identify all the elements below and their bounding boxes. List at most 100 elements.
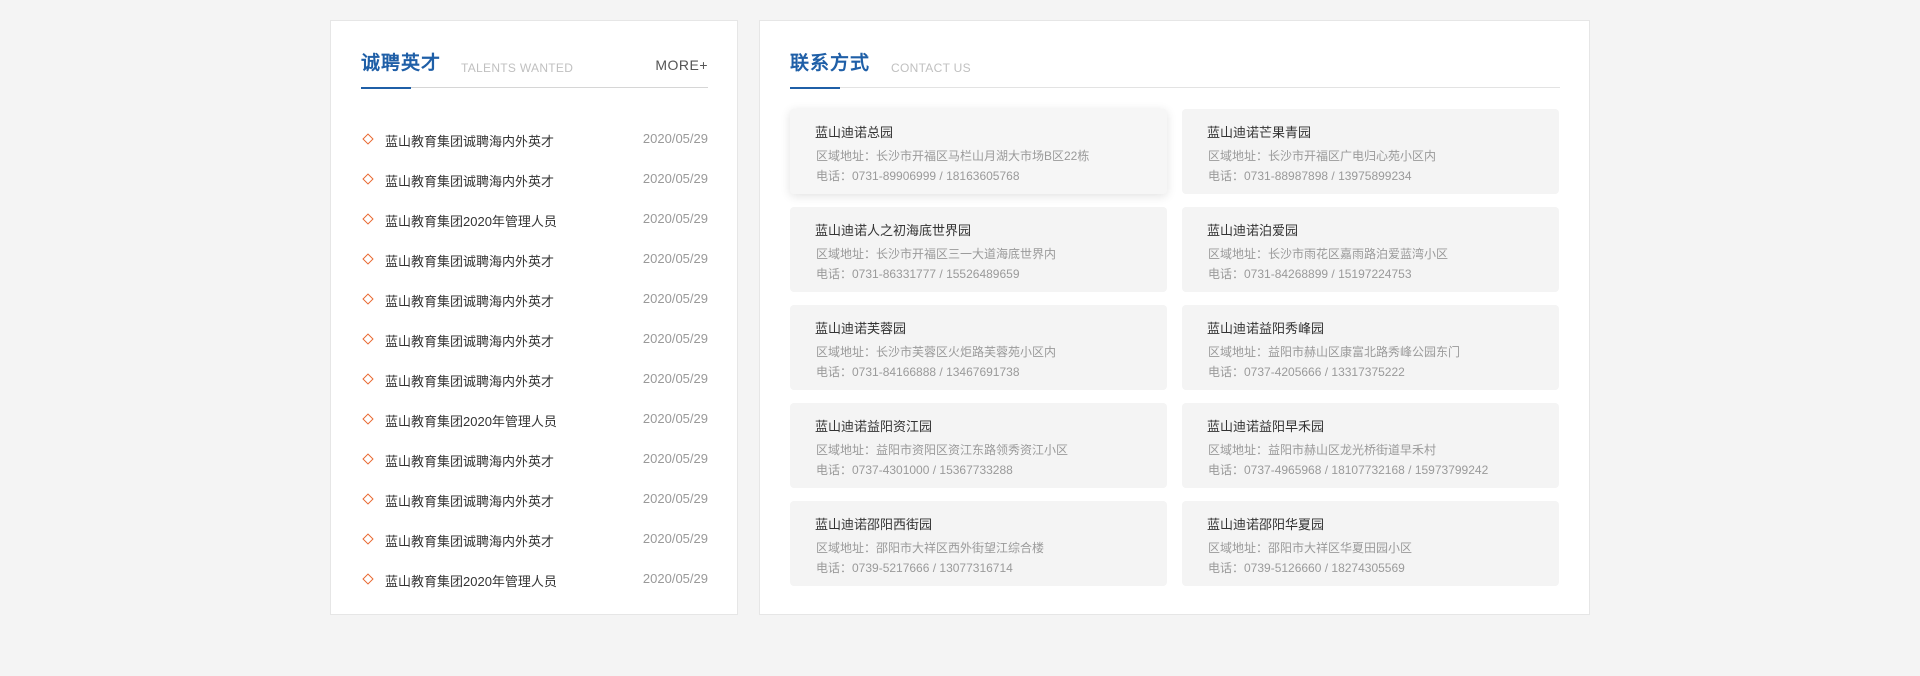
diamond-bullet-icon xyxy=(362,173,374,185)
campus-address: 区域地址：益阳市赫山区龙光桥街道早禾村 xyxy=(1208,443,1437,457)
job-list-item[interactable]: 蓝山教育集团2020年管理人员 2020/05/29 xyxy=(361,402,708,442)
job-title[interactable]: 蓝山教育集团诚聘海内外英才 xyxy=(385,531,554,550)
job-date: 2020/05/29 xyxy=(642,531,708,546)
diamond-bullet-icon xyxy=(362,573,374,585)
job-date: 2020/05/29 xyxy=(642,331,708,346)
campus-name: 蓝山迪诺芙蓉园 xyxy=(815,321,907,336)
campus-name: 蓝山迪诺益阳秀峰园 xyxy=(1207,321,1325,336)
job-list-item[interactable]: 蓝山教育集团诚聘海内外英才 2020/05/29 xyxy=(361,242,708,282)
title-underline xyxy=(790,87,840,89)
job-date: 2020/05/29 xyxy=(642,211,708,226)
job-title[interactable]: 蓝山教育集团诚聘海内外英才 xyxy=(385,131,554,150)
talents-title: 诚聘英才 xyxy=(361,52,442,74)
job-date: 2020/05/29 xyxy=(642,571,708,586)
title-underline xyxy=(361,87,411,89)
campus-phone: 电话：0739-5217666 / 13077316714 xyxy=(816,561,1013,575)
campus-card[interactable]: 蓝山迪诺益阳秀峰园区域地址：益阳市赫山区康富北路秀峰公园东门 电话：0737-42… xyxy=(1182,305,1559,390)
more-link[interactable]: MORE+ xyxy=(655,57,708,73)
campus-card[interactable]: 蓝山迪诺邵阳西街园区域地址：邵阳市大祥区西外街望江综合楼 电话：0739-5217… xyxy=(790,501,1167,586)
job-date: 2020/05/29 xyxy=(642,291,708,306)
job-title[interactable]: 蓝山教育集团诚聘海内外英才 xyxy=(385,371,554,390)
job-list-item[interactable]: 蓝山教育集团诚聘海内外英才 2020/05/29 xyxy=(361,522,708,562)
diamond-bullet-icon xyxy=(362,533,374,545)
job-title[interactable]: 蓝山教育集团诚聘海内外英才 xyxy=(385,491,554,510)
job-title[interactable]: 蓝山教育集团诚聘海内外英才 xyxy=(385,291,554,310)
job-date: 2020/05/29 xyxy=(642,131,708,146)
campus-card[interactable]: 蓝山迪诺泊爱园区域地址：长沙市雨花区嘉雨路泊爱蓝湾小区 电话：0731-84268… xyxy=(1182,207,1559,292)
campus-phone: 电话：0739-5126660 / 18274305569 xyxy=(1208,561,1405,575)
diamond-bullet-icon xyxy=(362,333,374,345)
contact-subtitle: CONTACT US xyxy=(891,61,971,75)
job-title[interactable]: 蓝山教育集团诚聘海内外英才 xyxy=(385,451,554,470)
campus-address: 区域地址：长沙市开福区广电归心苑小区内 xyxy=(1208,149,1437,163)
campus-phone: 电话：0731-88987898 / 13975899234 xyxy=(1208,169,1412,183)
diamond-bullet-icon xyxy=(362,493,374,505)
campus-address: 区域地址：益阳市资阳区资江东路领秀资江小区 xyxy=(816,443,1069,457)
campus-phone: 电话：0731-86331777 / 15526489659 xyxy=(816,267,1020,281)
job-date: 2020/05/29 xyxy=(642,251,708,266)
diamond-bullet-icon xyxy=(362,293,374,305)
job-title[interactable]: 蓝山教育集团诚聘海内外英才 xyxy=(385,171,554,190)
job-list-item[interactable]: 蓝山教育集团2020年管理人员 2020/05/29 xyxy=(361,562,708,602)
contact-header: 联系方式 CONTACT US xyxy=(790,21,1560,89)
job-title[interactable]: 蓝山教育集团2020年管理人员 xyxy=(385,411,557,430)
job-list-item[interactable]: 蓝山教育集团诚聘海内外英才 2020/05/29 xyxy=(361,482,708,522)
campus-name: 蓝山迪诺总园 xyxy=(815,125,894,140)
campus-name: 蓝山迪诺益阳早禾园 xyxy=(1207,419,1325,434)
contact-title: 联系方式 xyxy=(790,52,871,74)
contact-panel: 联系方式 CONTACT US 蓝山迪诺总园区域地址：长沙市开福区马栏山月湖大市… xyxy=(759,20,1590,615)
campus-phone: 电话：0731-84166888 / 13467691738 xyxy=(816,365,1020,379)
campus-name: 蓝山迪诺邵阳西街园 xyxy=(815,517,933,532)
job-title[interactable]: 蓝山教育集团诚聘海内外英才 xyxy=(385,251,554,270)
campus-phone: 电话：0737-4965968 / 18107732168 / 15973799… xyxy=(1208,463,1489,477)
campus-card[interactable]: 蓝山迪诺邵阳华夏园区域地址：邵阳市大祥区华夏田园小区 电话：0739-512666… xyxy=(1182,501,1559,586)
job-title[interactable]: 蓝山教育集团2020年管理人员 xyxy=(385,571,557,590)
campus-phone: 电话：0731-84268899 / 15197224753 xyxy=(1208,267,1412,281)
campus-phone: 电话：0737-4301000 / 15367733288 xyxy=(816,463,1013,477)
job-date: 2020/05/29 xyxy=(642,371,708,386)
campus-address: 区域地址：长沙市开福区三一大道海底世界内 xyxy=(816,247,1057,261)
diamond-bullet-icon xyxy=(362,453,374,465)
job-date: 2020/05/29 xyxy=(642,491,708,506)
campus-card[interactable]: 蓝山迪诺总园区域地址：长沙市开福区马栏山月湖大市场B区22栋 电话：0731-89… xyxy=(790,109,1167,194)
job-list: 蓝山教育集团诚聘海内外英才 2020/05/29 蓝山教育集团诚聘海内外英才 2020… xyxy=(361,122,708,602)
campus-name: 蓝山迪诺人之初海底世界园 xyxy=(815,223,972,238)
job-list-item[interactable]: 蓝山教育集团诚聘海内外英才 2020/05/29 xyxy=(361,362,708,402)
campus-address: 区域地址：益阳市赫山区康富北路秀峰公园东门 xyxy=(1208,345,1461,359)
campus-name: 蓝山迪诺泊爱园 xyxy=(1207,223,1299,238)
diamond-bullet-icon xyxy=(362,413,374,425)
job-list-item[interactable]: 蓝山教育集团诚聘海内外英才 2020/05/29 xyxy=(361,162,708,202)
job-list-item[interactable]: 蓝山教育集团诚聘海内外英才 2020/05/29 xyxy=(361,122,708,162)
campus-card[interactable]: 蓝山迪诺益阳资江园区域地址：益阳市资阳区资江东路领秀资江小区 电话：0737-43… xyxy=(790,403,1167,488)
diamond-bullet-icon xyxy=(362,253,374,265)
talents-subtitle: TALENTS WANTED xyxy=(461,61,574,75)
job-list-item[interactable]: 蓝山教育集团诚聘海内外英才 2020/05/29 xyxy=(361,322,708,362)
diamond-bullet-icon xyxy=(362,213,374,225)
campus-address: 区域地址：长沙市雨花区嘉雨路泊爱蓝湾小区 xyxy=(1208,247,1449,261)
campus-name: 蓝山迪诺邵阳华夏园 xyxy=(1207,517,1325,532)
job-date: 2020/05/29 xyxy=(642,171,708,186)
job-title[interactable]: 蓝山教育集团诚聘海内外英才 xyxy=(385,331,554,350)
diamond-bullet-icon xyxy=(362,373,374,385)
campus-address: 区域地址：长沙市开福区马栏山月湖大市场B区22栋 xyxy=(816,149,1090,163)
campus-phone: 电话：0737-4205666 / 13317375222 xyxy=(1208,365,1405,379)
diamond-bullet-icon xyxy=(362,133,374,145)
campus-address: 区域地址：长沙市芙蓉区火炬路芙蓉苑小区内 xyxy=(816,345,1057,359)
campus-name: 蓝山迪诺芒果青园 xyxy=(1207,125,1312,140)
job-list-item[interactable]: 蓝山教育集团诚聘海内外英才 2020/05/29 xyxy=(361,442,708,482)
campus-address: 区域地址：邵阳市大祥区华夏田园小区 xyxy=(1208,541,1413,555)
campus-name: 蓝山迪诺益阳资江园 xyxy=(815,419,933,434)
campus-phone: 电话：0731-89906999 / 18163605768 xyxy=(816,169,1020,183)
job-date: 2020/05/29 xyxy=(642,451,708,466)
campus-card[interactable]: 蓝山迪诺人之初海底世界园区域地址：长沙市开福区三一大道海底世界内 电话：0731-… xyxy=(790,207,1167,292)
job-title[interactable]: 蓝山教育集团2020年管理人员 xyxy=(385,211,557,230)
talents-panel: 诚聘英才 TALENTS WANTED MORE+ 蓝山教育集团诚聘海内外英才 2… xyxy=(330,20,738,615)
talents-header: 诚聘英才 TALENTS WANTED MORE+ xyxy=(361,21,708,89)
job-date: 2020/05/29 xyxy=(642,411,708,426)
campus-card[interactable]: 蓝山迪诺芒果青园区域地址：长沙市开福区广电归心苑小区内 电话：0731-88987… xyxy=(1182,109,1559,194)
job-list-item[interactable]: 蓝山教育集团2020年管理人员 2020/05/29 xyxy=(361,202,708,242)
campus-card[interactable]: 蓝山迪诺芙蓉园区域地址：长沙市芙蓉区火炬路芙蓉苑小区内 电话：0731-84166… xyxy=(790,305,1167,390)
campus-address: 区域地址：邵阳市大祥区西外街望江综合楼 xyxy=(816,541,1045,555)
job-list-item[interactable]: 蓝山教育集团诚聘海内外英才 2020/05/29 xyxy=(361,282,708,322)
campus-card[interactable]: 蓝山迪诺益阳早禾园区域地址：益阳市赫山区龙光桥街道早禾村电话：0737-4965… xyxy=(1182,403,1559,488)
